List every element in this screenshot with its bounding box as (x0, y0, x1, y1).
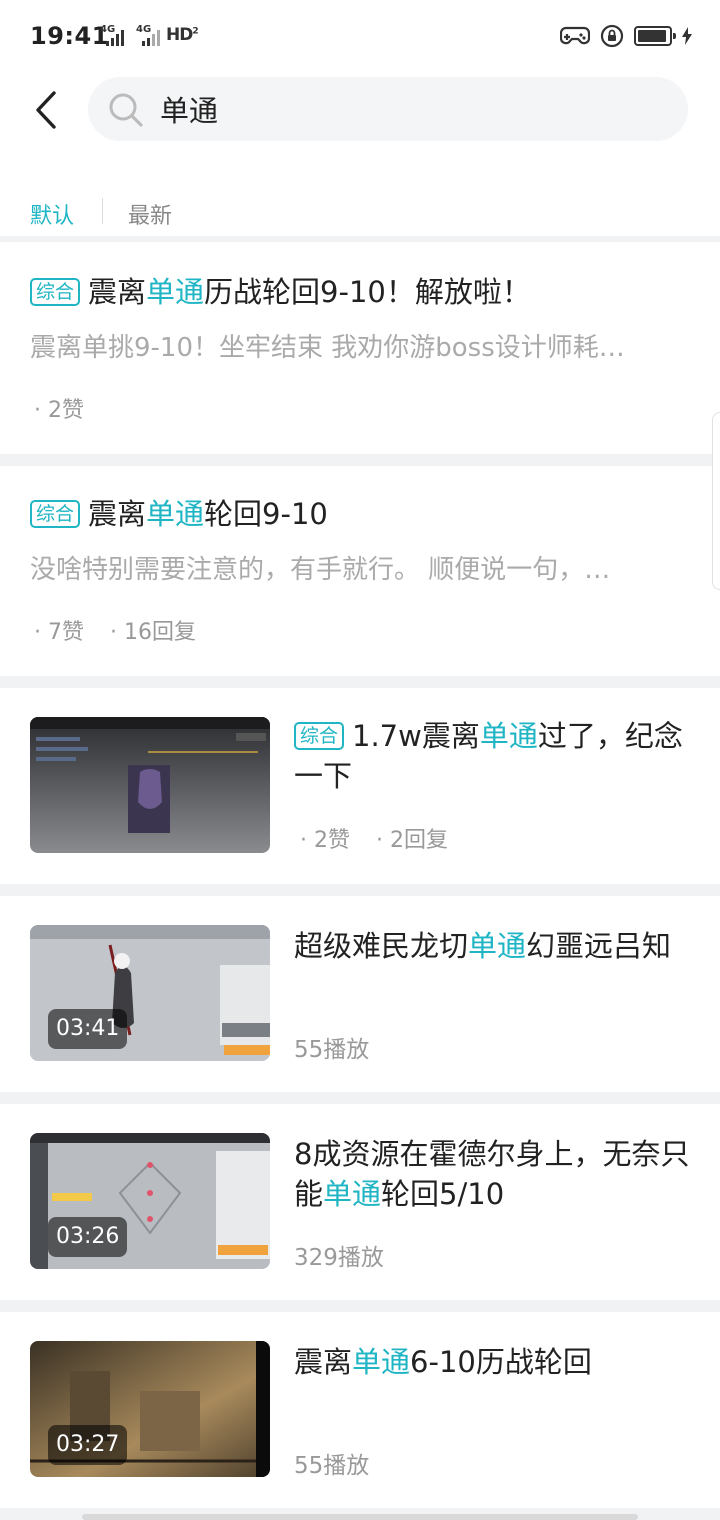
video-duration: 03:27 (48, 1425, 128, 1465)
gesture-bar[interactable] (82, 1514, 638, 1520)
title-highlight: 单通 (323, 1177, 382, 1211)
title-text: 震离 (294, 1345, 353, 1379)
like-count: · 7赞 (34, 620, 84, 645)
title-text: 历战轮回9-10！解放啦！ (204, 275, 531, 309)
category-tag: 综合 (30, 500, 81, 528)
title-text: 轮回9-10 (204, 497, 328, 531)
post-card[interactable]: 综合 震离单通轮回9-10 没啥特别需要注意的，有手就行。 顺便说一句，… · 7… (0, 466, 720, 676)
post-thumbnail (30, 717, 270, 853)
divider (0, 1092, 720, 1104)
title-highlight: 单通 (146, 497, 205, 531)
title-text: 6-10历战轮回 (410, 1345, 592, 1379)
like-count: · 2赞 (34, 398, 84, 423)
reply-count: · 16回复 (110, 620, 196, 645)
video-title: 超级难民龙切单通幻噩远吕知 (294, 926, 694, 966)
title-highlight: 单通 (146, 275, 205, 309)
search-box[interactable] (88, 77, 688, 141)
post-snippet: 没啥特别需要注意的，有手就行。 顺便说一句，… (30, 555, 611, 585)
search-input[interactable] (160, 85, 660, 133)
divider (0, 454, 720, 466)
search-header (0, 72, 720, 152)
tab-latest[interactable]: 最新 (128, 198, 172, 230)
title-highlight: 单通 (352, 1345, 411, 1379)
tab-default[interactable]: 默认 (30, 198, 74, 230)
title-text: 震离 (88, 275, 147, 309)
like-count: · 2赞 (300, 828, 350, 853)
title-text: 幻噩远吕知 (526, 929, 672, 963)
video-card[interactable]: 03:41 超级难民龙切单通幻噩远吕知 55播放 (0, 896, 720, 1092)
battery-icon (634, 26, 676, 46)
video-thumbnail: 03:27 (30, 1341, 270, 1477)
play-count: 329播放 (294, 1245, 384, 1271)
post-card[interactable]: 综合 震离单通历战轮回9-10！解放啦！ 震离单挑9-10！坐牢结束 我劝你游bo… (0, 242, 720, 454)
category-tag: 综合 (30, 278, 81, 306)
back-button[interactable] (22, 82, 70, 138)
hd-label: HD (166, 25, 193, 45)
divider (0, 884, 720, 896)
status-bar: 19:41 4G 4G HD2 (0, 0, 720, 72)
lock-rotation-icon (600, 24, 624, 48)
video-thumbnail: 03:26 (30, 1133, 270, 1269)
divider (0, 1300, 720, 1312)
post-title: 综合 震离单通历战轮回9-10！解放啦！ (30, 272, 690, 312)
play-count: 55播放 (294, 1037, 370, 1063)
category-tag: 综合 (294, 722, 345, 750)
post-title: 综合 震离单通轮回9-10 (30, 494, 690, 534)
tab-divider (102, 198, 103, 224)
search-icon (109, 93, 143, 127)
game-controller-icon (560, 26, 590, 45)
title-highlight: 单通 (468, 929, 527, 963)
video-card[interactable]: 03:27 震离单通6-10历战轮回 55播放 (0, 1312, 720, 1508)
charging-icon (682, 27, 692, 45)
status-time: 19:41 (30, 22, 109, 50)
status-right-icons (560, 24, 692, 48)
title-text: 1.7w震离 (352, 719, 480, 753)
video-thumbnail: 03:41 (30, 925, 270, 1061)
video-title: 震离单通6-10历战轮回 (294, 1342, 694, 1382)
divider (0, 676, 720, 688)
hd-sub: 2 (192, 26, 198, 37)
video-card[interactable]: 03:26 8成资源在霍德尔身上，无奈只能单通轮回5/10 329播放 (0, 1104, 720, 1300)
title-highlight: 单通 (479, 719, 538, 753)
title-text: 轮回5/10 (381, 1177, 505, 1211)
post-snippet: 震离单挑9-10！坐牢结束 我劝你游boss设计师耗… (30, 333, 625, 363)
chevron-left-icon (36, 91, 56, 129)
play-count: 55播放 (294, 1453, 370, 1479)
video-title: 8成资源在霍德尔身上，无奈只能单通轮回5/10 (294, 1134, 694, 1214)
hd-voice-icon: HD2 (166, 25, 199, 45)
title-text: 震离 (88, 497, 147, 531)
post-card[interactable]: 综合 1.7w震离单通过了，纪念一下 · 2赞 · 2回复 (0, 688, 720, 884)
video-duration: 03:26 (48, 1217, 128, 1257)
reply-count: · 2回复 (376, 828, 448, 853)
edge-panel-handle[interactable] (712, 412, 720, 590)
sort-tabs: 默认 最新 (0, 190, 720, 236)
video-duration: 03:41 (48, 1009, 128, 1049)
post-title: 综合 1.7w震离单通过了，纪念一下 (294, 716, 694, 796)
title-text: 超级难民龙切 (294, 929, 469, 963)
